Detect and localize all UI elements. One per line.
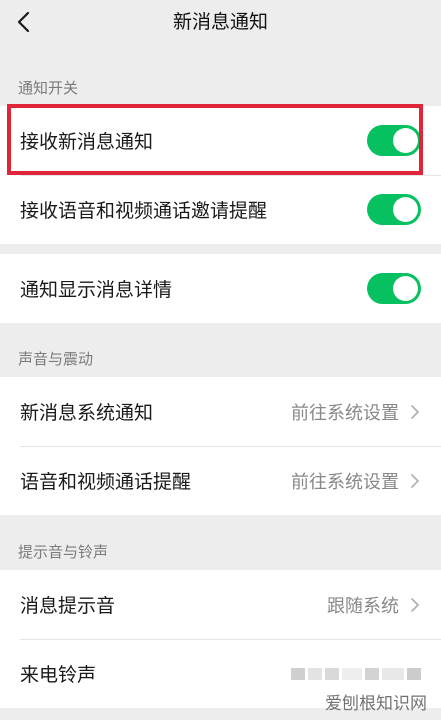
row-label: 来电铃声 bbox=[20, 664, 97, 686]
page-title: 新消息通知 bbox=[172, 11, 268, 33]
chevron-right-icon bbox=[411, 473, 419, 488]
nav-bar: 新消息通知 bbox=[0, 0, 441, 45]
row-new-message-system-notification[interactable]: 新消息系统通知 前往系统设置 bbox=[0, 377, 441, 446]
section-header-ringtone: 提示音与铃声 bbox=[18, 543, 109, 561]
notify-switch-group: 接收新消息通知 接收语音和视频通话邀请提醒 bbox=[0, 106, 441, 244]
row-label: 语音和视频通话提醒 bbox=[20, 471, 192, 493]
sound-vibrate-group: 新消息系统通知 前往系统设置 语音和视频通话提醒 前往系统设置 bbox=[0, 377, 441, 515]
row-receive-call-invite[interactable]: 接收语音和视频通话邀请提醒 bbox=[0, 175, 441, 244]
row-label: 新消息系统通知 bbox=[20, 402, 154, 424]
row-label: 接收语音和视频通话邀请提醒 bbox=[20, 200, 268, 222]
section-header-sound-vibrate: 声音与震动 bbox=[18, 350, 94, 368]
toggle-knob bbox=[393, 128, 418, 153]
row-value: 跟随系统 bbox=[327, 595, 399, 617]
row-show-message-detail[interactable]: 通知显示消息详情 bbox=[0, 254, 441, 323]
row-value: 前往系统设置 bbox=[291, 471, 399, 493]
toggle-knob bbox=[393, 276, 418, 301]
row-label: 消息提示音 bbox=[20, 595, 116, 617]
row-label: 通知显示消息详情 bbox=[20, 279, 173, 301]
ringtone-group: 消息提示音 跟随系统 来电铃声 bbox=[0, 570, 441, 708]
row-value: 前往系统设置 bbox=[291, 402, 399, 424]
toggle-show-message-detail[interactable] bbox=[367, 273, 421, 304]
row-receive-new-message[interactable]: 接收新消息通知 bbox=[0, 106, 441, 175]
section-header-notify-switch: 通知开关 bbox=[18, 79, 79, 97]
toggle-knob bbox=[393, 197, 418, 222]
toggle-receive-call-invite[interactable] bbox=[367, 194, 421, 225]
row-call-reminder[interactable]: 语音和视频通话提醒 前往系统设置 bbox=[0, 446, 441, 515]
watermark: 爱刨根知识网 bbox=[325, 694, 427, 714]
notify-detail-group: 通知显示消息详情 bbox=[0, 254, 441, 323]
chevron-right-icon bbox=[411, 597, 419, 612]
toggle-receive-new-message[interactable] bbox=[367, 125, 421, 156]
row-message-tone[interactable]: 消息提示音 跟随系统 bbox=[0, 570, 441, 639]
row-label: 接收新消息通知 bbox=[20, 131, 154, 153]
chevron-right-icon bbox=[411, 404, 419, 419]
blurred-value bbox=[291, 667, 421, 680]
